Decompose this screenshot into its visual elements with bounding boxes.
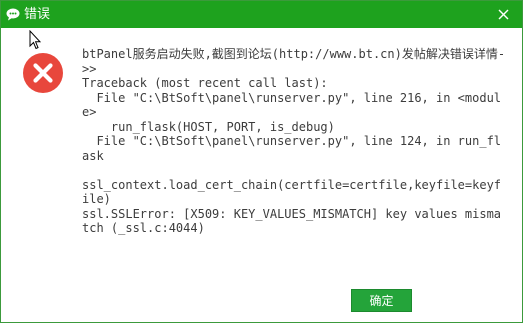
chat-bubble-icon — [6, 8, 20, 21]
mouse-cursor-icon — [29, 30, 41, 50]
error-dialog: 错误 btPanel服务启动失败,截图到论坛(http://www.bt.cn)… — [0, 0, 523, 323]
close-button[interactable] — [485, 1, 522, 28]
error-circle-x-icon — [23, 53, 63, 93]
error-message: btPanel服务启动失败,截图到论坛(http://www.bt.cn)发帖解… — [82, 47, 506, 235]
ok-button[interactable]: 确定 — [351, 289, 412, 312]
window-title: 错误 — [24, 7, 51, 22]
close-icon — [498, 9, 509, 20]
title-bar[interactable]: 错误 — [1, 1, 522, 28]
